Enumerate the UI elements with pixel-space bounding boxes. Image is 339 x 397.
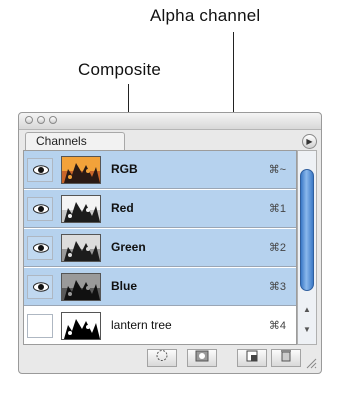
scroll-up-arrow-icon[interactable]: ▲ bbox=[303, 305, 311, 314]
alpha-channel-callout: Alpha channel bbox=[150, 6, 261, 25]
channel-list: RGB ⌘~ Red ⌘1 Green ⌘2 Blue ⌘3 lantern tree ⌘4 bbox=[23, 150, 297, 345]
channels-panel: Channels ▶ RGB ⌘~ Red ⌘1 Green ⌘2 Blue ⌘3 lanter… bbox=[18, 112, 322, 374]
channel-shortcut: ⌘4 bbox=[268, 320, 286, 332]
eye-icon bbox=[33, 282, 49, 292]
channel-row[interactable]: lantern tree ⌘4 bbox=[24, 307, 296, 344]
panel-bottom-bar bbox=[23, 347, 317, 369]
channel-name: Blue bbox=[111, 279, 138, 293]
save-selection-icon bbox=[195, 349, 209, 367]
scrollbar[interactable]: ▲ ▼ bbox=[297, 150, 317, 345]
zoom-button[interactable] bbox=[49, 116, 57, 124]
save-selection-button[interactable] bbox=[187, 349, 217, 367]
channel-row[interactable]: Red ⌘1 bbox=[24, 190, 296, 228]
visibility-toggle[interactable] bbox=[27, 275, 53, 299]
resize-grip-icon[interactable] bbox=[303, 355, 317, 369]
channel-thumbnail bbox=[61, 195, 101, 223]
visibility-toggle[interactable] bbox=[27, 197, 53, 221]
channel-shortcut: ⌘2 bbox=[268, 242, 286, 254]
delete-channel-button[interactable] bbox=[271, 349, 301, 367]
new-channel-icon bbox=[246, 349, 258, 367]
channel-name: Green bbox=[111, 240, 146, 254]
visibility-toggle[interactable] bbox=[27, 158, 53, 182]
load-selection-button[interactable] bbox=[147, 349, 177, 367]
scroll-thumb[interactable] bbox=[300, 169, 314, 291]
channel-name: Red bbox=[111, 201, 134, 215]
channel-thumbnail bbox=[61, 312, 101, 340]
channel-row[interactable]: Green ⌘2 bbox=[24, 229, 296, 267]
panel-titlebar[interactable] bbox=[19, 113, 321, 130]
channel-thumbnail bbox=[61, 156, 101, 184]
visibility-toggle[interactable] bbox=[27, 314, 53, 338]
close-button[interactable] bbox=[25, 116, 33, 124]
load-selection-icon bbox=[155, 349, 169, 368]
channel-row[interactable]: Blue ⌘3 bbox=[24, 268, 296, 306]
scroll-down-arrow-icon[interactable]: ▼ bbox=[303, 325, 311, 334]
channel-row[interactable]: RGB ⌘~ bbox=[24, 151, 296, 189]
tab-channels[interactable]: Channels bbox=[25, 132, 125, 150]
channel-thumbnail bbox=[61, 273, 101, 301]
trash-icon bbox=[281, 349, 291, 367]
eye-icon bbox=[33, 165, 49, 175]
minimize-button[interactable] bbox=[37, 116, 45, 124]
channel-shortcut: ⌘~ bbox=[268, 164, 286, 176]
eye-icon bbox=[33, 204, 49, 214]
channel-thumbnail bbox=[61, 234, 101, 262]
panel-menu-arrow-icon[interactable]: ▶ bbox=[302, 134, 317, 149]
visibility-toggle[interactable] bbox=[27, 236, 53, 260]
channel-name: lantern tree bbox=[111, 318, 172, 332]
composite-callout: Composite bbox=[78, 60, 162, 79]
new-channel-button[interactable] bbox=[237, 349, 267, 367]
channel-shortcut: ⌘1 bbox=[268, 203, 286, 215]
channel-name: RGB bbox=[111, 162, 138, 176]
channel-shortcut: ⌘3 bbox=[268, 281, 286, 293]
eye-icon bbox=[33, 243, 49, 253]
